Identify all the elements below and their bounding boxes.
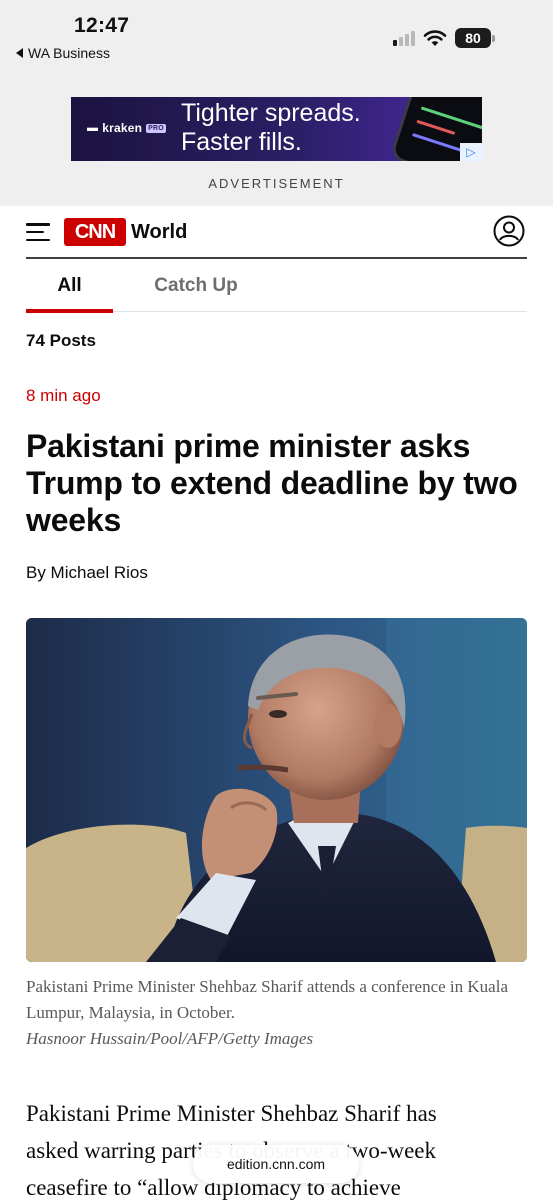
battery-level: 80 — [455, 28, 491, 48]
tab-catch-up[interactable]: Catch Up — [136, 259, 256, 312]
status-indicators: 80 — [393, 27, 495, 49]
image-caption: Pakistani Prime Minister Shehbaz Sharif … — [26, 977, 508, 1022]
page: 12:47 WA Business 80 ▬ kraken PRO Tighte… — [0, 0, 553, 1200]
top-region: 12:47 WA Business 80 ▬ kraken PRO Tighte… — [0, 0, 553, 206]
image-credit: Hasnoor Hussain/Pool/AFP/Getty Images — [26, 1029, 314, 1048]
menu-icon[interactable] — [26, 223, 50, 241]
ad-brand-logo: ▬ kraken PRO — [87, 121, 166, 135]
back-app-label: WA Business — [28, 45, 110, 61]
ad-banner[interactable]: ▬ kraken PRO Tighter spreads. Faster fil… — [71, 97, 482, 161]
wifi-icon — [423, 30, 447, 46]
portrait-photo — [26, 618, 527, 962]
site-header: CNN World — [26, 206, 527, 258]
back-arrow-icon — [16, 48, 23, 58]
post-image — [26, 618, 527, 962]
tab-all[interactable]: All — [26, 259, 113, 313]
post-headline: Pakistani prime minister asks Trump to e… — [26, 428, 518, 538]
browser-url-bar[interactable]: edition.cnn.com — [193, 1145, 359, 1183]
ad-headline: Tighter spreads. Faster fills. — [181, 99, 361, 157]
section-name[interactable]: World — [131, 221, 187, 244]
status-time: 12:47 — [74, 14, 130, 37]
post-body-line: Pakistani Prime Minister Shehbaz Sharif … — [26, 1101, 437, 1126]
cnn-logo[interactable]: CNN — [64, 218, 126, 246]
battery-icon: 80 — [455, 28, 495, 48]
ad-brand-badge: PRO — [146, 123, 166, 133]
ad-headline-line2: Faster fills. — [181, 128, 302, 156]
post-count: 74 Posts — [26, 331, 96, 350]
ad-choices-icon[interactable]: ▷ — [460, 143, 482, 161]
ad-label: ADVERTISEMENT — [208, 176, 345, 191]
ad-headline-line1: Tighter spreads. — [181, 99, 361, 127]
kraken-logo-icon: ▬ — [87, 122, 99, 134]
signal-icon — [393, 30, 415, 46]
back-to-app-link[interactable]: WA Business — [16, 45, 110, 61]
account-icon[interactable] — [493, 215, 525, 247]
feed-tabs: All Catch Up — [26, 259, 527, 313]
ad-brand-name: kraken — [102, 121, 143, 135]
post-timestamp: 8 min ago — [26, 386, 101, 405]
post-byline[interactable]: By Michael Rios — [26, 563, 148, 583]
